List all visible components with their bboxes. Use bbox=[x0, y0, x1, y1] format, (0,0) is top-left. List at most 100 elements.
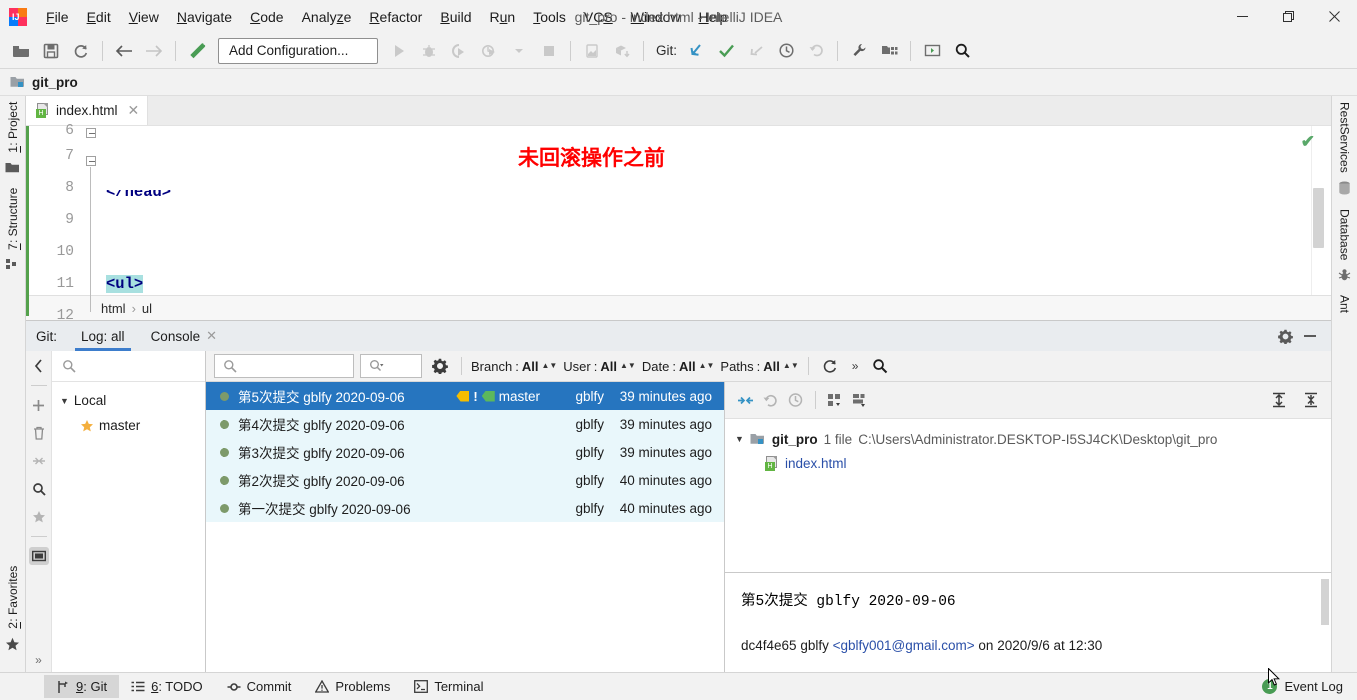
branch-node-master[interactable]: master bbox=[52, 413, 205, 438]
terminal-icon[interactable] bbox=[917, 37, 947, 65]
git-update-project-icon[interactable] bbox=[681, 37, 711, 65]
group-by-directory-icon[interactable] bbox=[852, 392, 869, 408]
minimize-button[interactable] bbox=[1219, 0, 1265, 33]
sidebar-item-restservices[interactable]: RestServices bbox=[1338, 96, 1352, 179]
open-folder-icon[interactable] bbox=[6, 37, 36, 65]
sidebar-item-structure[interactable]: 7: Structure bbox=[6, 182, 20, 256]
editor-text[interactable]: </head> <ul> <li>v1</li> <li>v2</li> <li… bbox=[98, 126, 1311, 295]
table-row[interactable]: 第5次提交 gblfy 2020-09-06 ! master gblfy 39… bbox=[206, 382, 724, 410]
stop-icon[interactable] bbox=[534, 37, 564, 65]
refresh-icon[interactable] bbox=[818, 358, 842, 374]
filter-paths[interactable]: Paths: All ▲▼ bbox=[720, 359, 798, 374]
menu-item-build[interactable]: Build bbox=[431, 6, 480, 28]
collapse-icon[interactable] bbox=[29, 452, 49, 470]
git-history-icon[interactable] bbox=[771, 37, 801, 65]
changed-files-tree[interactable]: ▼ git_pro 1 file C:\Users\Administrator.… bbox=[725, 419, 1331, 572]
menu-item-tools[interactable]: Tools bbox=[524, 6, 575, 28]
scrollbar-thumb[interactable] bbox=[1313, 188, 1324, 248]
git-commit-icon[interactable] bbox=[711, 37, 741, 65]
forward-arrow-icon[interactable] bbox=[139, 37, 169, 65]
more-icon[interactable]: » bbox=[29, 653, 49, 672]
changed-file-row[interactable]: H index.html bbox=[735, 451, 1331, 475]
table-row[interactable]: 第4次提交 gblfy 2020-09-06 gblfy 39 minutes … bbox=[206, 410, 724, 438]
delete-icon[interactable] bbox=[29, 424, 49, 442]
device-manager-icon[interactable] bbox=[577, 37, 607, 65]
fold-marker-ul[interactable] bbox=[86, 156, 96, 166]
maximize-button[interactable] bbox=[1265, 0, 1311, 33]
log-search-input[interactable] bbox=[214, 354, 354, 378]
breadcrumb-html[interactable]: html bbox=[101, 301, 126, 316]
editor-tab-index-html[interactable]: H index.html ✕ bbox=[26, 96, 149, 125]
sidebar-item-database[interactable]: Database bbox=[1338, 203, 1352, 266]
back-arrow-icon[interactable] bbox=[109, 37, 139, 65]
revert-icon[interactable] bbox=[762, 393, 779, 408]
status-bar-item-git[interactable]: 9: Git bbox=[44, 675, 120, 698]
favorite-star-icon[interactable] bbox=[29, 508, 49, 526]
changed-file-name[interactable]: index.html bbox=[785, 456, 847, 471]
favorite-star-icon[interactable] bbox=[80, 419, 94, 433]
branch-search-input[interactable] bbox=[52, 351, 205, 382]
status-bar-item-terminal[interactable]: Terminal bbox=[402, 675, 495, 698]
branch-node-local[interactable]: ▼ Local bbox=[52, 388, 205, 413]
changed-files-root-row[interactable]: ▼ git_pro 1 file C:\Users\Administrator.… bbox=[735, 427, 1331, 451]
group-by-module-icon[interactable] bbox=[827, 392, 844, 408]
gear-icon[interactable] bbox=[1278, 329, 1293, 344]
menu-item-navigate[interactable]: Navigate bbox=[168, 6, 241, 28]
history-icon[interactable] bbox=[787, 392, 804, 408]
commit-author-email[interactable]: <gblfy001@gmail.com> bbox=[833, 638, 975, 653]
git-rollback-icon[interactable] bbox=[801, 37, 831, 65]
sdk-download-icon[interactable] bbox=[607, 37, 637, 65]
menu-item-view[interactable]: View bbox=[120, 6, 168, 28]
sync-icon[interactable] bbox=[66, 37, 96, 65]
menu-item-window[interactable]: Window bbox=[622, 6, 690, 28]
debug-icon[interactable] bbox=[414, 37, 444, 65]
details-scrollbar-thumb[interactable] bbox=[1321, 579, 1329, 625]
diff-icon[interactable] bbox=[737, 393, 754, 408]
breadcrumb-project-name[interactable]: git_pro bbox=[32, 75, 78, 90]
editor-fold-column[interactable] bbox=[84, 126, 98, 312]
code-editor[interactable]: 6 7 8 9 10 11 12 </head> <ul> <li>v1< bbox=[26, 124, 1331, 324]
chevron-down-icon[interactable]: ▼ bbox=[60, 396, 69, 406]
run-with-coverage-icon[interactable] bbox=[444, 37, 474, 65]
profiler-icon[interactable] bbox=[474, 37, 504, 65]
close-icon[interactable]: ✕ bbox=[128, 102, 140, 119]
collapse-left-icon[interactable] bbox=[29, 357, 49, 375]
status-bar-item-commit[interactable]: Commit bbox=[215, 675, 304, 698]
commit-list[interactable]: 第5次提交 gblfy 2020-09-06 ! master gblfy 39… bbox=[206, 382, 724, 672]
search-icon[interactable] bbox=[29, 480, 49, 498]
search-icon[interactable] bbox=[868, 358, 892, 374]
table-row[interactable]: 第2次提交 gblfy 2020-09-06 gblfy 40 minutes … bbox=[206, 466, 724, 494]
save-all-icon[interactable] bbox=[36, 37, 66, 65]
status-bar-item-problems[interactable]: Problems bbox=[303, 675, 402, 698]
collapse-all-icon[interactable] bbox=[1303, 392, 1319, 408]
menu-item-help[interactable]: Help bbox=[690, 6, 737, 28]
log-filter-dropdown[interactable] bbox=[360, 354, 422, 378]
tab-log-all[interactable]: Log: all bbox=[69, 321, 137, 351]
menu-item-vcs[interactable]: VCS bbox=[575, 6, 622, 28]
filter-user[interactable]: User: All ▲▼ bbox=[563, 359, 636, 374]
log-settings-gear-icon[interactable] bbox=[432, 358, 448, 374]
sidebar-item-project[interactable]: 1: Project bbox=[6, 96, 20, 159]
add-icon[interactable] bbox=[29, 396, 49, 414]
search-everywhere-icon[interactable] bbox=[947, 37, 977, 65]
status-bar-item-event-log[interactable]: Event Log bbox=[1284, 679, 1343, 694]
expand-more-icon[interactable]: » bbox=[848, 359, 863, 373]
status-bar-item-todo[interactable]: 6: TODO bbox=[119, 675, 215, 698]
show-folders-icon[interactable] bbox=[28, 547, 49, 565]
menu-item-analyze[interactable]: Analyze bbox=[293, 6, 361, 28]
menu-item-file[interactable]: File bbox=[37, 6, 78, 28]
chevron-down-icon[interactable]: ▼ bbox=[735, 434, 744, 444]
close-icon[interactable]: ✕ bbox=[206, 328, 217, 344]
menu-item-edit[interactable]: Edit bbox=[78, 6, 120, 28]
minimize-icon[interactable] bbox=[1303, 330, 1317, 342]
chevron-down-icon[interactable] bbox=[504, 37, 534, 65]
filter-date[interactable]: Date: All ▲▼ bbox=[642, 359, 715, 374]
settings-wrench-icon[interactable] bbox=[844, 37, 874, 65]
expand-all-icon[interactable] bbox=[1271, 392, 1287, 408]
menu-item-refactor[interactable]: Refactor bbox=[360, 6, 431, 28]
run-icon[interactable] bbox=[384, 37, 414, 65]
run-configuration-selector[interactable]: Add Configuration... bbox=[218, 37, 378, 64]
project-structure-icon[interactable] bbox=[874, 37, 904, 65]
git-push-icon[interactable] bbox=[741, 37, 771, 65]
table-row[interactable]: 第3次提交 gblfy 2020-09-06 gblfy 39 minutes … bbox=[206, 438, 724, 466]
